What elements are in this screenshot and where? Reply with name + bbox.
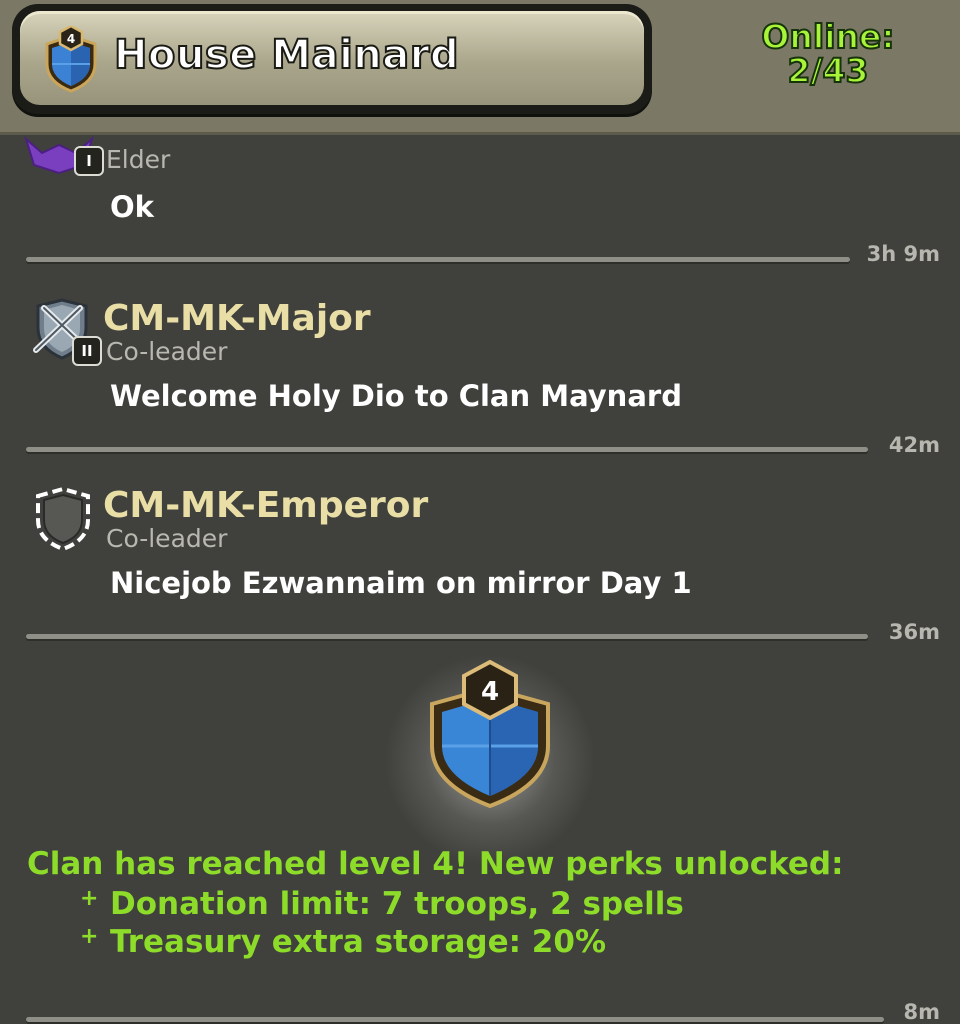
- level-up-badge: 4: [370, 640, 610, 880]
- online-status: Online: 2/43: [740, 17, 916, 90]
- online-count: 2/43: [787, 51, 870, 90]
- sender-name[interactable]: CM-MK-Major: [103, 298, 371, 339]
- message-time: 36m: [888, 620, 940, 644]
- chat-header: 4 House Mainard Online: 2/43: [0, 0, 960, 135]
- bullet-icon: +: [80, 924, 99, 949]
- clan-level-number: 4: [67, 32, 75, 46]
- rank-badge: II: [72, 336, 102, 366]
- sender-role: Elder: [106, 145, 171, 174]
- bullet-icon: +: [80, 886, 99, 911]
- online-label: Online:: [760, 17, 895, 56]
- message-time: 8m: [903, 1000, 941, 1024]
- perk-text: Donation limit: 7 troops, 2 spells: [110, 886, 684, 922]
- sender-role: Co-leader: [106, 337, 228, 366]
- message-text: Nicejob Ezwannaim on mirror Day 1: [110, 566, 692, 600]
- message-text: Ok: [110, 190, 154, 224]
- perk-text: Treasury extra storage: 20%: [110, 924, 606, 960]
- message-divider: [26, 447, 868, 452]
- message-divider: [26, 257, 850, 262]
- message-time: 42m: [888, 433, 940, 457]
- message-time: 3h 9m: [866, 242, 940, 266]
- sender-role: Co-leader: [106, 524, 228, 553]
- message-text: Welcome Holy Dio to Clan Maynard: [110, 379, 682, 413]
- clan-badge-icon: 4: [430, 660, 550, 809]
- message-divider: [26, 634, 868, 639]
- level-up-headline: Clan has reached level 4! New perks unlo…: [27, 846, 844, 882]
- empty-shield-icon: [36, 486, 90, 552]
- sender-name[interactable]: CM-MK-Emperor: [103, 485, 428, 526]
- badge-level-number: 4: [481, 677, 499, 707]
- clan-name: House Mainard: [113, 31, 460, 79]
- clan-title-plate[interactable]: 4 House Mainard: [12, 4, 652, 114]
- perk-item: + Treasury extra storage: 20%: [80, 924, 606, 960]
- message-divider: [26, 1017, 884, 1022]
- clan-badge-icon: 4: [45, 26, 97, 93]
- perk-item: + Donation limit: 7 troops, 2 spells: [80, 886, 684, 922]
- rank-badge: I: [74, 146, 104, 176]
